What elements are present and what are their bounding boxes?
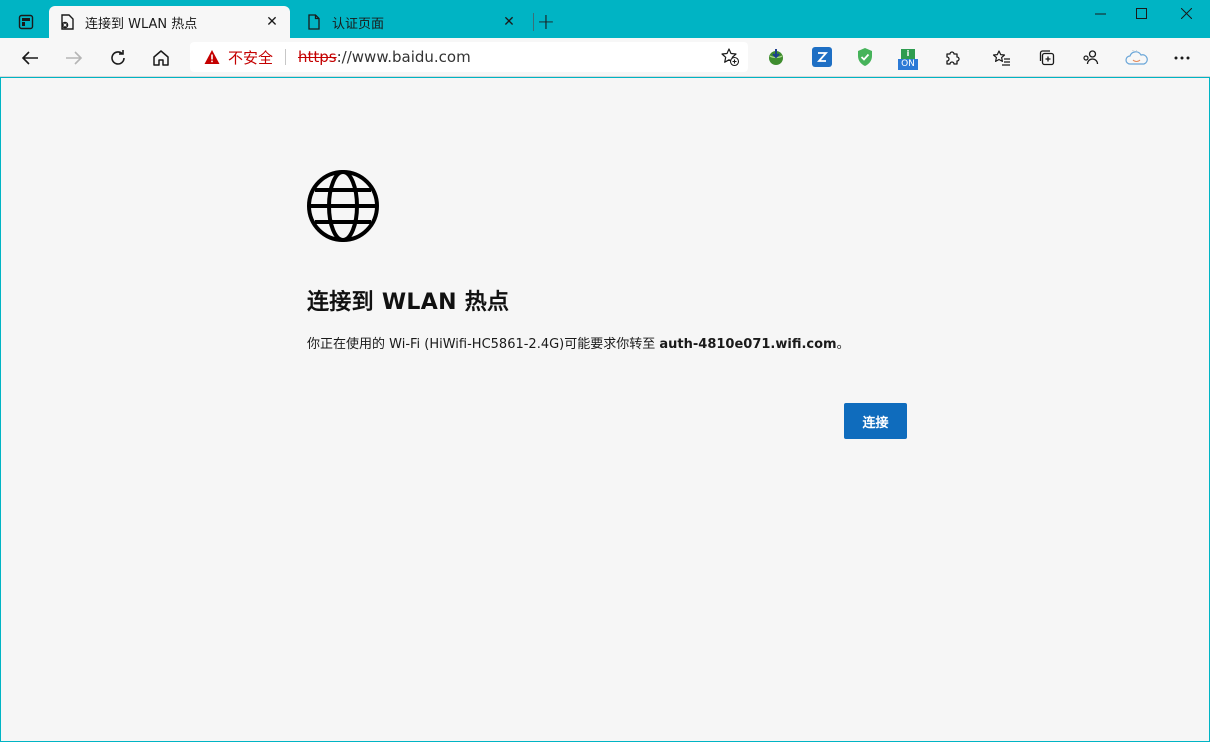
tab-actions-icon [18, 14, 34, 30]
url-scheme: https [298, 48, 337, 66]
back-button[interactable] [15, 43, 45, 73]
collections-button[interactable] [1032, 43, 1062, 73]
more-options-icon [1174, 56, 1190, 60]
tab-actions-button[interactable] [10, 8, 42, 36]
on-badge: ON [898, 58, 918, 70]
wifi-description: 你正在使用的 Wi-Fi (HiWifi-HC5861-2.4G)可能要求你转至… [307, 333, 850, 352]
puzzle-icon [946, 51, 960, 65]
title-bar: 连接到 WLAN 热点 ✕ 认证页面 ✕ + [0, 0, 1210, 38]
tab-wlan-hotspot[interactable]: 连接到 WLAN 热点 ✕ [49, 6, 290, 38]
forward-button[interactable] [59, 43, 89, 73]
extension-toggle-button[interactable]: i ON [898, 48, 918, 70]
refresh-icon [111, 50, 125, 65]
page-icon [306, 14, 322, 30]
close-icon [1180, 7, 1192, 19]
extension-globe-button[interactable] [766, 47, 786, 67]
minimize-icon [1094, 13, 1106, 14]
favorites-button[interactable] [987, 43, 1017, 73]
captive-portal-icon [59, 14, 75, 30]
star-add-icon [721, 48, 740, 67]
collections-icon [1039, 50, 1055, 66]
refresh-button[interactable] [103, 43, 133, 73]
maximize-button[interactable] [1119, 0, 1163, 26]
favorites-list-icon [992, 50, 1010, 66]
back-arrow-icon [21, 51, 38, 65]
address-bar[interactable]: 不安全 https://www.baidu.com [190, 42, 748, 72]
tab-close-icon[interactable]: ✕ [497, 10, 521, 34]
description-suffix: 。 [836, 337, 850, 352]
browser-toolbar: 不安全 https://www.baidu.com i ON ·· · [0, 38, 1210, 77]
maximize-icon [1135, 7, 1147, 19]
download-globe-icon [769, 49, 783, 65]
extension-z-button[interactable] [812, 47, 832, 67]
extension-cloud-button[interactable]: ·· · [1120, 43, 1154, 73]
profile-switch-icon [1083, 50, 1099, 65]
extension-shield-button[interactable] [855, 47, 875, 67]
description-text: 你正在使用的 Wi-Fi (HiWifi-HC5861-2.4G)可能要求你转至 [307, 337, 660, 352]
minimize-button[interactable] [1078, 0, 1122, 26]
url-text[interactable]: https://www.baidu.com [298, 48, 471, 66]
page-content: 连接到 WLAN 热点 你正在使用的 Wi-Fi (HiWifi-HC5861-… [1, 78, 1209, 741]
tab-auth-page[interactable]: 认证页面 ✕ [296, 6, 527, 38]
close-window-button[interactable] [1164, 0, 1208, 26]
globe-icon [307, 170, 379, 242]
new-tab-button[interactable]: + [532, 8, 560, 36]
page-title: 连接到 WLAN 热点 [307, 290, 510, 315]
home-icon [153, 50, 169, 66]
home-button[interactable] [146, 43, 176, 73]
z-extension-icon [817, 52, 828, 62]
url-host: ://www.baidu.com [336, 48, 471, 66]
auth-domain: auth-4810e071.wifi.com [659, 337, 837, 352]
connect-button[interactable]: 连接 [844, 403, 907, 439]
address-divider [285, 49, 287, 65]
tab-close-icon[interactable]: ✕ [260, 10, 284, 34]
profile-button[interactable] [1076, 43, 1106, 73]
forward-arrow-icon [66, 51, 83, 65]
settings-menu-button[interactable] [1167, 43, 1197, 73]
extensions-button[interactable] [938, 43, 968, 73]
tab-title: 认证页面 [332, 16, 385, 32]
not-secure-label[interactable]: 不安全 [228, 47, 273, 68]
warning-icon [204, 50, 220, 64]
shield-check-icon [858, 48, 872, 66]
cloud-icon: ·· · [1125, 48, 1148, 65]
add-favorite-button[interactable] [718, 45, 742, 69]
tab-title: 连接到 WLAN 热点 [85, 16, 198, 32]
info-icon: i [901, 48, 915, 59]
